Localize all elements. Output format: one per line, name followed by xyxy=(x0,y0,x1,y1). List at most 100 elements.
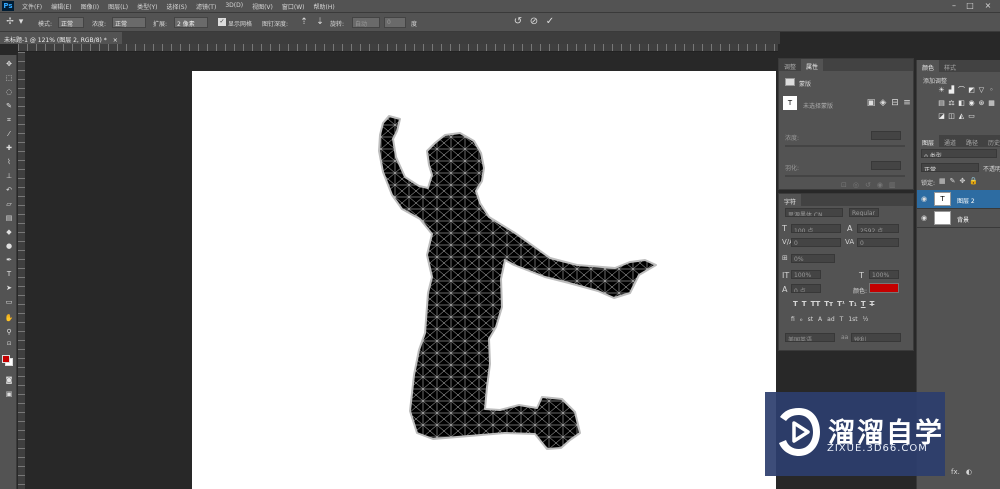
lock-transparent-icon[interactable]: ▦ xyxy=(939,177,946,185)
blend-mode-select[interactable]: 正常 xyxy=(921,163,979,172)
tab-adjustments[interactable]: 调整 xyxy=(779,59,801,71)
lock-pixels-icon[interactable]: ✎ xyxy=(950,177,956,185)
healing-brush-tool-icon[interactable]: ✚ xyxy=(3,143,15,153)
black-white-icon[interactable]: ◧ xyxy=(957,99,966,108)
tab-close-icon[interactable]: × xyxy=(113,37,118,44)
posterize-icon[interactable]: ◫ xyxy=(947,112,956,121)
underline-button[interactable]: T xyxy=(861,300,866,308)
density-select[interactable]: 正常 xyxy=(112,17,146,28)
vertical-scale-field[interactable]: 100% xyxy=(791,270,821,279)
menu-edit[interactable]: 编辑(E) xyxy=(51,2,71,11)
menu-file[interactable]: 文件(F) xyxy=(22,2,42,11)
color-balance-icon[interactable]: ⚖ xyxy=(947,99,956,108)
tab-color[interactable]: 颜色 xyxy=(917,60,940,72)
menu-layer[interactable]: 图层(L) xyxy=(108,2,128,11)
vertical-ruler[interactable] xyxy=(18,52,25,489)
layer-row[interactable]: ◉ 背景 xyxy=(917,209,1000,228)
menu-help[interactable]: 帮助(H) xyxy=(314,2,335,11)
stylistic-alternates-button[interactable]: ad xyxy=(827,316,835,323)
subscript-button[interactable]: T₁ xyxy=(849,300,857,308)
lock-position-icon[interactable]: ✥ xyxy=(960,177,966,185)
menu-window[interactable]: 窗口(W) xyxy=(282,2,305,11)
eye-icon[interactable]: ◉ xyxy=(921,214,929,222)
tsume-field[interactable]: 0% xyxy=(791,254,835,263)
show-mesh-checkbox-icon[interactable]: ✓ xyxy=(218,18,226,26)
horizontal-scale-field[interactable]: 100% xyxy=(869,270,899,279)
history-brush-tool-icon[interactable]: ↶ xyxy=(3,185,15,195)
document-canvas[interactable] xyxy=(192,71,776,489)
invert-icon[interactable]: ◪ xyxy=(937,112,946,121)
jumping-person-silhouette-mesh[interactable] xyxy=(192,71,776,489)
density-slider[interactable] xyxy=(785,145,905,147)
menu-3d[interactable]: 3D(D) xyxy=(225,2,243,11)
all-caps-button[interactable]: TT xyxy=(811,300,821,308)
curves-icon[interactable]: ⌒ xyxy=(957,86,966,95)
reset-adjustment-icon[interactable]: ↺ xyxy=(865,181,871,189)
blur-tool-icon[interactable]: ◆ xyxy=(3,227,15,237)
hand-tool-icon[interactable]: ✋ xyxy=(3,313,15,323)
marquee-tool-icon[interactable]: ⬚ xyxy=(3,73,15,83)
document-tab[interactable]: 未标题-1 @ 121% (图层 2, RGB/8) * × xyxy=(0,32,122,44)
extra-adjust-icon[interactable]: ◦ xyxy=(987,86,996,95)
tool-preset-arrow-icon[interactable]: ▾ xyxy=(18,16,24,28)
new-fill-layer-icon[interactable]: ◐ xyxy=(966,468,972,476)
channel-mixer-icon[interactable]: ⊛ xyxy=(977,99,986,108)
kerning-field[interactable]: 0 xyxy=(791,238,841,247)
menu-select[interactable]: 选择(S) xyxy=(166,2,187,11)
clone-stamp-tool-icon[interactable]: ⊥ xyxy=(3,171,15,181)
pen-tool-icon[interactable]: ✒ xyxy=(3,255,15,265)
visibility-icon[interactable]: ◉ xyxy=(877,181,883,189)
density-field[interactable] xyxy=(871,131,901,140)
maximize-icon[interactable]: □ xyxy=(964,1,976,11)
tab-paths[interactable]: 路径 xyxy=(961,135,983,147)
small-caps-button[interactable]: Tт xyxy=(824,300,833,308)
ligature-button[interactable]: fi xyxy=(791,316,795,323)
menu-filter[interactable]: 滤镜(T) xyxy=(196,2,216,11)
lasso-tool-icon[interactable]: ◌ xyxy=(3,87,15,97)
antialias-select[interactable]: 锐利 xyxy=(851,333,901,342)
type-tool-icon[interactable]: T xyxy=(3,269,15,279)
tab-character[interactable]: 字符 xyxy=(779,194,802,206)
levels-icon[interactable]: ▟ xyxy=(947,86,956,95)
quick-select-tool-icon[interactable]: ✎ xyxy=(3,101,15,111)
default-colors-icon[interactable]: ⊡ xyxy=(3,339,15,349)
eye-icon[interactable]: ◉ xyxy=(921,195,929,203)
tab-channels[interactable]: 通道 xyxy=(939,135,961,147)
threshold-icon[interactable]: ◭ xyxy=(957,112,966,121)
strikethrough-button[interactable]: T xyxy=(870,300,875,308)
eyedropper-tool-icon[interactable]: ⁄ xyxy=(3,129,15,139)
baseline-shift-field[interactable]: 0 点 xyxy=(791,284,821,293)
fractions-button[interactable]: ½ xyxy=(863,316,869,323)
menu-view[interactable]: 视图(V) xyxy=(252,2,273,11)
feather-field[interactable] xyxy=(871,161,901,170)
tab-styles[interactable]: 样式 xyxy=(939,60,961,72)
font-size-field[interactable]: 100 点 xyxy=(791,224,841,233)
view-previous-icon[interactable]: ◎ xyxy=(853,181,859,189)
panel-menu-icon[interactable]: ≡ xyxy=(901,97,913,109)
foreground-color-swatch[interactable] xyxy=(2,355,10,363)
layer-kind-filter[interactable]: ρ 类型 xyxy=(921,149,997,158)
discretionary-ligatures-button[interactable]: st xyxy=(808,316,813,323)
layer-row[interactable]: ◉ T 图层 2 xyxy=(917,190,1000,209)
vibrance-icon[interactable]: ▽ xyxy=(977,86,986,95)
tracking-field[interactable]: 0 xyxy=(857,238,899,247)
horizontal-ruler[interactable] xyxy=(18,44,778,52)
crop-tool-icon[interactable]: ⌗ xyxy=(3,115,15,125)
gradient-map-icon[interactable]: ▭ xyxy=(967,112,976,121)
zoom-tool-icon[interactable]: ⚲ xyxy=(3,327,15,337)
menu-type[interactable]: 类型(Y) xyxy=(137,2,157,11)
feather-slider[interactable] xyxy=(785,175,905,177)
hue-saturation-icon[interactable]: ▤ xyxy=(937,99,946,108)
expand-input[interactable]: 2 像素 xyxy=(174,17,208,28)
text-color-swatch[interactable] xyxy=(869,283,899,293)
tab-layers[interactable]: 图层 xyxy=(917,135,940,147)
cancel-icon[interactable]: ⊘ xyxy=(528,16,540,28)
font-family-select[interactable]: 思源黑体 CN xyxy=(785,208,843,217)
color-lookup-icon[interactable]: ▦ xyxy=(987,99,996,108)
mode-select[interactable]: 正常 xyxy=(58,17,84,28)
clip-icon[interactable]: ⊡ xyxy=(841,181,847,189)
rectangle-tool-icon[interactable]: ▭ xyxy=(3,297,15,307)
swash-button[interactable]: A xyxy=(818,316,822,323)
angle-input[interactable]: 0 xyxy=(384,17,406,28)
lock-all-icon[interactable]: 🔒 xyxy=(969,177,978,185)
